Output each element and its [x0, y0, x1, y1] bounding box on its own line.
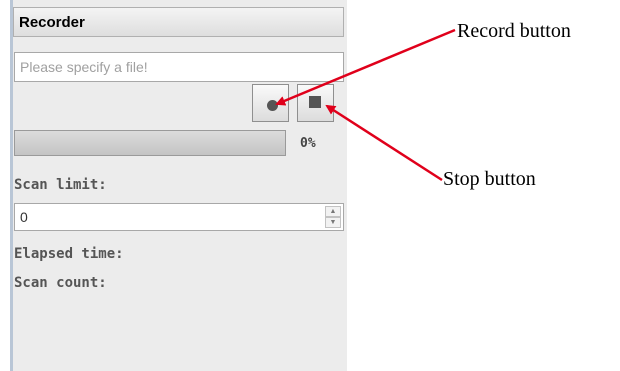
record-button-callout: Record button [457, 20, 571, 42]
record-callout-arrow [275, 28, 456, 106]
stop-callout-arrow [325, 104, 443, 182]
stop-button-callout: Stop button [443, 168, 536, 190]
